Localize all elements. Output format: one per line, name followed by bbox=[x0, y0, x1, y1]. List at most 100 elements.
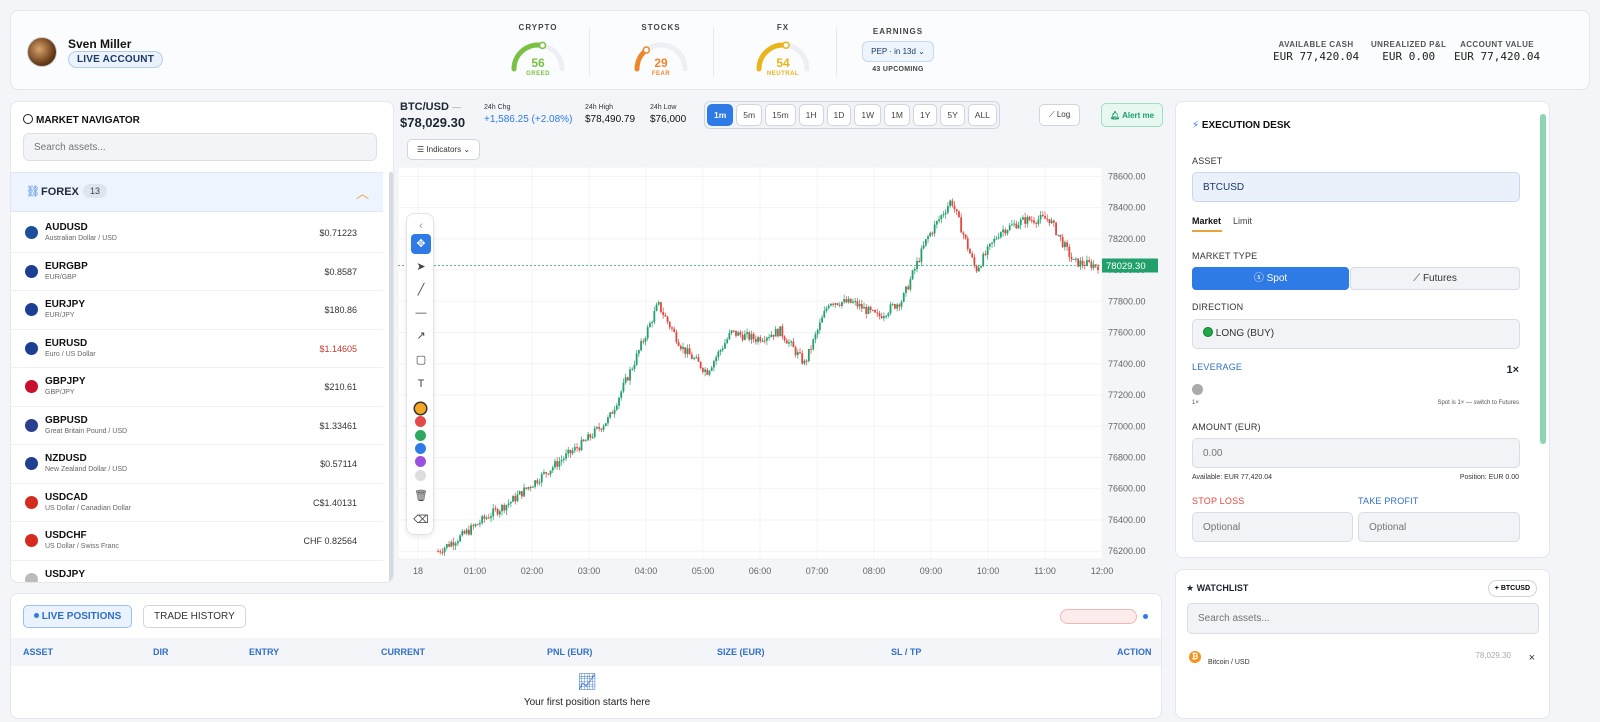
watchlist-item[interactable]: ₿ Bitcoin / USD 78,029.30 × bbox=[1187, 648, 1539, 670]
price-chart[interactable]: 78600.0078400.0078200.0078000.0077800.00… bbox=[398, 167, 1160, 585]
candle-body bbox=[933, 224, 936, 234]
color-swatch[interactable] bbox=[415, 403, 426, 414]
empty-state-text: Your first position starts here bbox=[523, 697, 651, 708]
add-to-watchlist-button[interactable]: + BTCUSD bbox=[1487, 580, 1537, 597]
avatar[interactable] bbox=[27, 37, 57, 67]
timeframe-1Y[interactable]: 1Y bbox=[912, 104, 938, 126]
currency-flag-icon bbox=[25, 457, 38, 470]
candle-body bbox=[593, 428, 596, 437]
eraser-icon[interactable]: ⌫ bbox=[411, 510, 431, 530]
spot-button[interactable]: ⓢ Spot bbox=[1192, 267, 1349, 290]
indicators-button[interactable]: ☰ Indicators ⌄ bbox=[407, 139, 481, 160]
asset-row[interactable]: USDJPY bbox=[11, 561, 383, 582]
column-header: ACTION bbox=[1117, 647, 1152, 657]
earnings-dropdown[interactable]: PEP · in 13d ⌄ bbox=[862, 41, 934, 62]
candle-body bbox=[445, 544, 448, 548]
candle-body bbox=[748, 332, 751, 340]
candle-body bbox=[600, 428, 603, 430]
leverage-slider-handle[interactable] bbox=[1192, 384, 1203, 395]
take-profit-input[interactable] bbox=[1358, 512, 1520, 542]
search-input[interactable] bbox=[23, 133, 377, 161]
candle-body bbox=[686, 348, 689, 354]
trendline-tool-icon[interactable]: ╱ bbox=[411, 280, 431, 300]
timeframe-15m[interactable]: 15m bbox=[765, 104, 796, 126]
spot-label: Spot bbox=[1266, 273, 1288, 284]
asset-row[interactable]: EURGBP EUR/GBP $0.8587 bbox=[11, 253, 383, 291]
candle-body bbox=[626, 377, 629, 381]
color-swatch[interactable] bbox=[415, 416, 426, 428]
asset-row[interactable]: AUDUSD Australian Dollar / USD $0.71223 bbox=[11, 214, 383, 253]
asset-description: US Dollar / Canadian Dollar bbox=[45, 504, 131, 512]
horizontal-line-tool-icon[interactable]: — bbox=[411, 303, 431, 323]
trash-icon[interactable]: 🗑︎ bbox=[411, 486, 431, 506]
scrollbar[interactable] bbox=[1540, 114, 1546, 444]
asset-row[interactable]: USDCAD US Dollar / Canadian Dollar C$1.4… bbox=[11, 484, 383, 522]
log-scale-button[interactable]: ⟋ Log bbox=[1039, 104, 1081, 126]
amount-input[interactable] bbox=[1192, 438, 1520, 468]
timeframe-1m[interactable]: 1m bbox=[707, 104, 734, 126]
currency-flag-icon bbox=[25, 341, 38, 355]
candle-body bbox=[940, 215, 943, 220]
candle-body bbox=[1050, 220, 1053, 224]
rectangle-tool-icon[interactable]: ▢ bbox=[411, 350, 431, 370]
cursor-tool-icon[interactable]: ➤ bbox=[411, 257, 431, 277]
text-tool-icon[interactable]: T bbox=[411, 374, 431, 394]
candle-body bbox=[878, 313, 881, 317]
futures-button[interactable]: ⟋ Futures bbox=[1350, 267, 1520, 290]
asset-price: $1.14605 bbox=[319, 343, 357, 354]
asset-symbol: USDCAD bbox=[45, 491, 88, 503]
timeframe-5Y[interactable]: 5Y bbox=[940, 104, 965, 126]
candle-body bbox=[1061, 237, 1064, 248]
scrollbar[interactable] bbox=[389, 172, 393, 582]
timeframe-5m[interactable]: 5m bbox=[736, 104, 763, 126]
alert-button[interactable]: 🔔︎ Alert me bbox=[1101, 103, 1164, 127]
timeframe-1D[interactable]: 1D bbox=[826, 104, 852, 126]
tab-trade-history[interactable]: TRADE HISTORY bbox=[143, 605, 246, 628]
compass-icon bbox=[23, 114, 33, 124]
bitcoin-icon: ₿ bbox=[1189, 651, 1201, 663]
arrow-tool-icon[interactable]: ↗ bbox=[411, 326, 431, 346]
timeframe-1H[interactable]: 1H bbox=[798, 104, 824, 126]
candle-body bbox=[695, 357, 698, 359]
candle-body bbox=[938, 219, 940, 222]
asset-row[interactable]: GBPUSD Great Britain Pound / USD $1.3346… bbox=[11, 407, 383, 445]
color-swatch[interactable] bbox=[415, 456, 426, 468]
move-tool-icon[interactable]: ✥ bbox=[411, 234, 431, 254]
symbol-text: BTC/USD bbox=[400, 101, 449, 113]
candle-body bbox=[863, 306, 865, 309]
candle-body bbox=[1006, 230, 1009, 234]
candle-body bbox=[1059, 234, 1062, 238]
timeframe-ALL[interactable]: ALL bbox=[967, 104, 997, 126]
direction-select[interactable]: LONG (BUY) bbox=[1192, 319, 1520, 349]
stat-label: 24h Chg bbox=[484, 104, 511, 111]
candle-body bbox=[980, 266, 982, 268]
asset-row[interactable]: USDCHF US Dollar / Swiss Franc CHF 0.825… bbox=[11, 522, 383, 561]
remove-icon[interactable]: × bbox=[1529, 652, 1535, 664]
asset-symbol: EURJPY bbox=[45, 299, 86, 310]
asset-row[interactable]: EURJPY EUR/JPY $180.86 bbox=[11, 291, 383, 330]
candle-body bbox=[911, 270, 914, 280]
chevron-up-icon[interactable]: ︿ bbox=[356, 183, 369, 202]
candle-body bbox=[812, 339, 815, 350]
chevron-left-icon[interactable]: ‹ bbox=[411, 216, 431, 236]
timeframe-1W[interactable]: 1W bbox=[854, 104, 882, 126]
timeframe-1M[interactable]: 1M bbox=[884, 104, 910, 126]
asset-row[interactable]: GBPJPY GBP/JPY $210.61 bbox=[11, 368, 383, 407]
tab-limit[interactable]: Limit bbox=[1233, 216, 1252, 226]
watchlist-search-input[interactable] bbox=[1187, 603, 1539, 634]
stop-loss-input[interactable] bbox=[1192, 512, 1353, 542]
color-swatch[interactable] bbox=[415, 442, 426, 454]
candle-body bbox=[907, 286, 910, 290]
watchlist-title: ★ WATCHLIST bbox=[1186, 583, 1248, 594]
asset-input[interactable] bbox=[1192, 172, 1520, 202]
candle-body bbox=[818, 322, 821, 330]
tab-market[interactable]: Market bbox=[1192, 216, 1221, 226]
asset-row[interactable]: NZDUSD New Zealand Dollar / USD $0.57114 bbox=[11, 445, 383, 484]
tab-live-positions[interactable]: LIVE POSITIONS bbox=[23, 605, 133, 628]
column-header: DIR bbox=[153, 647, 169, 657]
color-swatch[interactable] bbox=[415, 429, 426, 441]
forex-group-header[interactable]: ⛓ FOREX 13 ︿ bbox=[11, 172, 383, 212]
asset-price: $0.57114 bbox=[320, 459, 357, 469]
color-swatch[interactable] bbox=[415, 469, 426, 481]
asset-row[interactable]: EURUSD Euro / US Dollar $1.14605 bbox=[11, 330, 383, 368]
